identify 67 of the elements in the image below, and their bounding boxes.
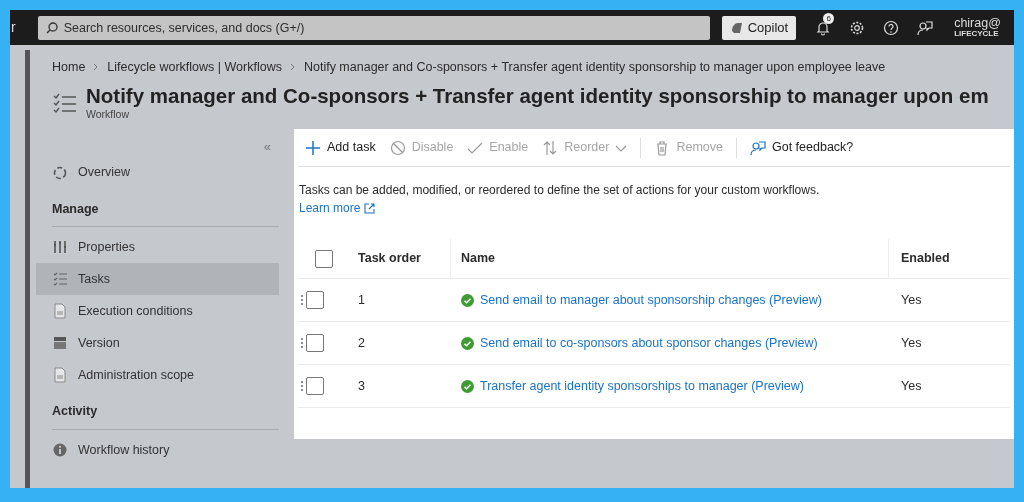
enabled-cell: Yes — [901, 292, 922, 307]
sidebar-item[interactable]: Administration scope — [36, 359, 279, 392]
row-checkbox[interactable] — [306, 377, 324, 396]
breadcrumb-link[interactable]: Notify manager and Co-sponsors + Transfer agent identity sponsorship to manager upon employee leave — [303, 58, 886, 77]
settings-icon — [849, 19, 866, 36]
task-order-cell-text: 1 — [358, 291, 365, 309]
checklist-icon — [52, 271, 68, 288]
toolbar-button[interactable]: Add task — [298, 138, 383, 157]
brand-text: r — [11, 18, 16, 37]
breadcrumb-link[interactable]: Lifecycle workflows | Workflows — [107, 58, 282, 77]
copilot-button[interactable]: Copilot — [721, 15, 797, 40]
stack-icon — [52, 335, 68, 352]
task-link[interactable]: Send email to manager about sponsorship changes (Preview) — [480, 290, 822, 310]
drag-handle-icon — [300, 380, 304, 393]
sidebar-item[interactable]: Tasks — [36, 263, 279, 296]
sidebar-item[interactable]: Overview — [36, 156, 279, 189]
plus-icon — [305, 139, 321, 156]
notification-count: 6 — [823, 13, 835, 24]
breadcrumb-link[interactable]: Home — [52, 58, 86, 77]
task-link[interactable]: Send email to co-sponsors about sponsor changes (Preview) — [480, 333, 818, 353]
success-icon — [461, 336, 474, 350]
description-text: Tasks can be added, modified, or reordered to define the set of actions for your custom workflows. — [299, 182, 821, 200]
success-icon — [461, 379, 474, 393]
sliders-icon — [52, 239, 68, 256]
document-icon — [52, 303, 68, 320]
search-field[interactable]: Search resources, services, and docs (G+/) — [37, 15, 710, 40]
sidebar-item[interactable]: Workflow history — [36, 434, 279, 467]
learn-more-link[interactable]: Learn more — [299, 199, 376, 218]
help-icon — [883, 19, 900, 36]
row-checkbox[interactable] — [306, 334, 324, 353]
sidebar-item[interactable]: Properties — [36, 231, 279, 264]
notifications-button[interactable]: 6 — [806, 10, 841, 45]
section-heading: Activity — [52, 391, 279, 431]
section-heading: Manage — [52, 188, 279, 228]
task-link[interactable]: Transfer agent identity sponsorships to manager (Preview) — [480, 376, 804, 396]
overview-icon — [52, 164, 68, 181]
info-icon — [52, 442, 68, 459]
reorder-icon — [542, 139, 559, 156]
column-header: Task order — [358, 250, 421, 268]
page-subtitle: Workflow — [86, 107, 130, 123]
toolbar-button[interactable]: Got feedback? — [743, 138, 861, 157]
page-title: Notify manager and Co-sponsors + Transfer agent identity sponsorship to manager upon em — [86, 84, 989, 108]
document-icon — [52, 367, 68, 384]
sidebar-item[interactable]: Execution conditions — [36, 295, 279, 328]
feedback-icon — [917, 19, 934, 36]
task-order-cell-text: 2 — [358, 334, 365, 352]
enabled-cell: Yes — [901, 335, 922, 350]
column-header: Name — [461, 250, 496, 268]
drag-handle-icon — [300, 294, 304, 307]
task-order-cell-text: 3 — [358, 377, 365, 395]
success-icon — [461, 293, 474, 307]
select-all-checkbox[interactable] — [315, 249, 333, 268]
search-icon — [45, 21, 58, 34]
feedback-icon — [750, 139, 766, 156]
row-checkbox[interactable] — [306, 291, 324, 310]
drag-handle-icon — [300, 337, 304, 350]
user-name[interactable]: chirag@ — [954, 16, 1001, 30]
column-header: Enabled — [901, 251, 950, 266]
sidebar-item[interactable]: Version — [36, 327, 279, 360]
external-link-icon — [364, 202, 376, 214]
copilot-icon — [729, 20, 744, 35]
bell-icon — [815, 19, 832, 36]
block-icon — [389, 139, 406, 156]
tenant-name: LIFECYCLE — [954, 29, 999, 39]
chevron-icon — [93, 63, 100, 72]
enabled-cell: Yes — [901, 378, 922, 393]
chevron-icon — [289, 63, 296, 72]
